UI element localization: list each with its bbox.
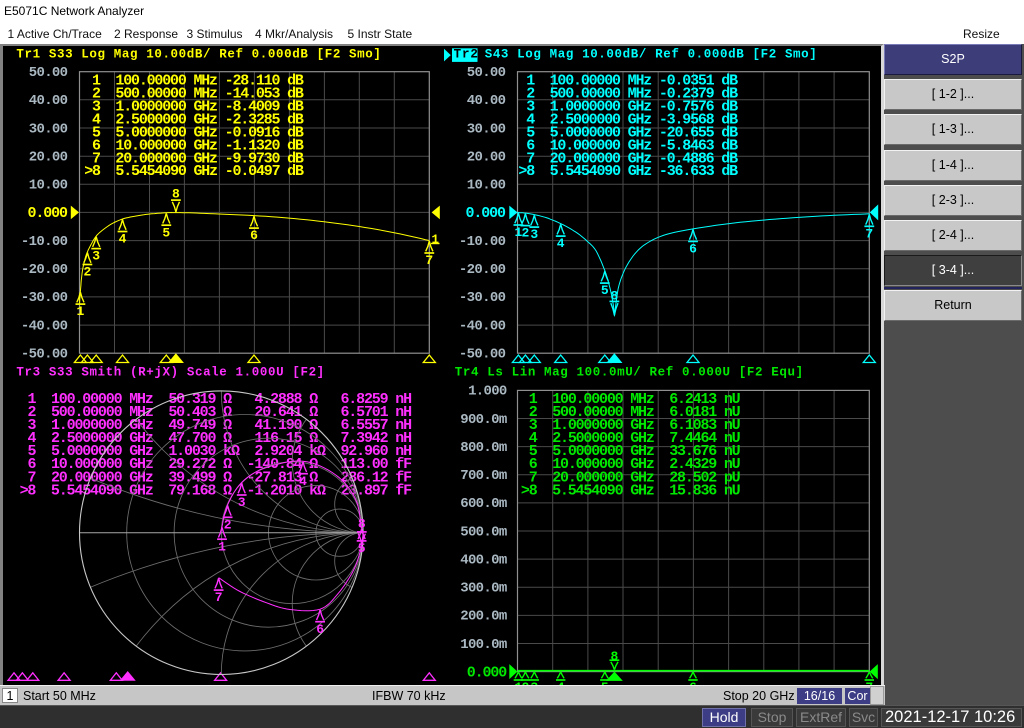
svg-text:6: 6 <box>689 242 697 257</box>
svg-text:50.00: 50.00 <box>467 65 506 81</box>
svg-text:Tr4 Ls Lin Mag 100.0mU/ Ref 0.: Tr4 Ls Lin Mag 100.0mU/ Ref 0.000U [F2 E… <box>455 366 803 380</box>
svg-text:-10.00: -10.00 <box>21 234 68 250</box>
svg-text:0.000: 0.000 <box>467 664 508 681</box>
svg-text:-20.00: -20.00 <box>21 262 68 278</box>
svg-text:1: 1 <box>218 539 226 554</box>
svg-text:4: 4 <box>557 236 565 251</box>
svg-text:>8 5.5454090 GHz -36.633 dB: >8 5.5454090 GHz -36.633 dB <box>518 163 738 180</box>
svg-text:7: 7 <box>425 253 433 268</box>
svg-text:3: 3 <box>92 249 100 264</box>
svg-text:40.00: 40.00 <box>467 93 506 109</box>
svg-text:-20.00: -20.00 <box>459 262 506 278</box>
svg-text:S43 Log Mag 10.00dB/ Ref 0.000: S43 Log Mag 10.00dB/ Ref 0.000dB [F2 Smo… <box>485 48 817 62</box>
svg-text:20.00: 20.00 <box>29 150 68 166</box>
svg-text:6: 6 <box>250 228 258 243</box>
svg-text:10.00: 10.00 <box>29 178 68 194</box>
svg-text:>8 5.5454090 GHz 15.836 nU: >8 5.5454090 GHz 15.836 nU <box>521 482 741 499</box>
svg-text:8: 8 <box>610 289 618 304</box>
svg-text:5: 5 <box>162 225 170 240</box>
svg-text:-30.00: -30.00 <box>459 290 506 306</box>
svg-text:-40.00: -40.00 <box>459 318 506 334</box>
svg-text:1.000: 1.000 <box>468 384 507 400</box>
svg-text:2: 2 <box>83 265 91 280</box>
svg-text:0.000: 0.000 <box>28 205 69 222</box>
svg-text:-50.00: -50.00 <box>21 347 68 363</box>
svg-text:10.00: 10.00 <box>467 178 506 194</box>
svg-text:-50.00: -50.00 <box>459 347 506 363</box>
svg-text:-40.00: -40.00 <box>21 318 68 334</box>
svg-text:8: 8 <box>358 516 366 531</box>
svg-text:>8 5.5454090 GHz -0.0497 dB: >8 5.5454090 GHz -0.0497 dB <box>84 163 304 180</box>
svg-text:700.0m: 700.0m <box>460 468 507 484</box>
svg-text:8: 8 <box>172 187 180 202</box>
svg-text:8: 8 <box>610 649 618 664</box>
svg-text:2: 2 <box>224 517 232 532</box>
svg-text:100.0m: 100.0m <box>460 637 507 653</box>
svg-text:Tr2: Tr2 <box>454 48 478 62</box>
svg-text:2: 2 <box>521 226 529 241</box>
svg-text:50.00: 50.00 <box>29 65 68 81</box>
svg-text:3: 3 <box>238 495 246 510</box>
svg-text:30.00: 30.00 <box>29 121 68 137</box>
svg-text:-10.00: -10.00 <box>459 234 506 250</box>
svg-text:7: 7 <box>865 226 873 241</box>
svg-text:-30.00: -30.00 <box>21 290 68 306</box>
svg-text:1: 1 <box>76 304 84 319</box>
svg-text:7: 7 <box>215 590 223 605</box>
svg-text:800.0m: 800.0m <box>460 440 507 456</box>
svg-text:0.000: 0.000 <box>466 205 507 222</box>
svg-text:900.0m: 900.0m <box>460 412 507 428</box>
svg-text:200.0m: 200.0m <box>460 609 507 625</box>
svg-text:400.0m: 400.0m <box>460 552 507 568</box>
svg-text:4: 4 <box>299 474 307 489</box>
svg-text:40.00: 40.00 <box>29 93 68 109</box>
svg-text:20.00: 20.00 <box>467 150 506 166</box>
svg-text:3: 3 <box>530 227 538 242</box>
svg-text:1: 1 <box>432 233 440 247</box>
svg-text:Tr1 S33 Log Mag 10.00dB/ Ref 0: Tr1 S33 Log Mag 10.00dB/ Ref 0.000dB [F2… <box>16 48 381 62</box>
svg-text:4: 4 <box>119 232 127 247</box>
svg-text:500.0m: 500.0m <box>460 524 507 540</box>
svg-text:30.00: 30.00 <box>467 121 506 137</box>
svg-text:Tr3 S33 Smith (R+jX) Scale 1.0: Tr3 S33 Smith (R+jX) Scale 1.000U [F2] <box>16 366 324 380</box>
svg-text:5: 5 <box>601 283 609 298</box>
svg-text:600.0m: 600.0m <box>460 496 507 512</box>
svg-text:6: 6 <box>316 622 324 637</box>
svg-text:300.0m: 300.0m <box>460 581 507 597</box>
